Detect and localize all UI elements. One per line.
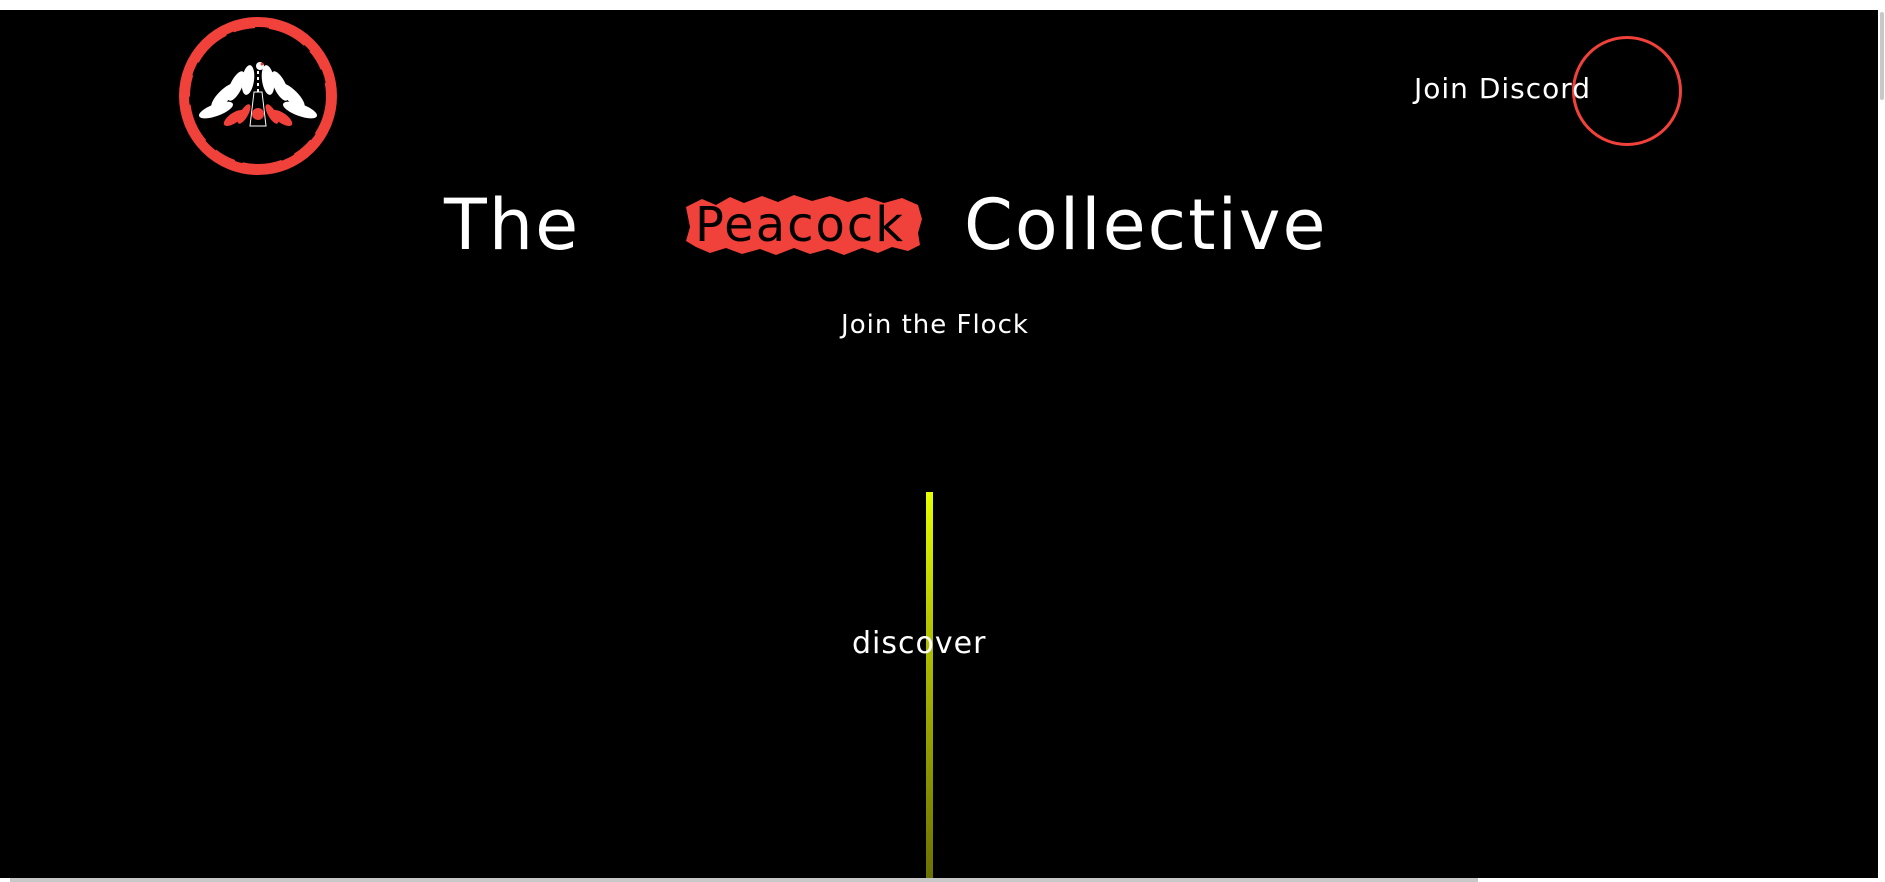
scroll-indicator-line — [926, 492, 933, 878]
vertical-scrollbar[interactable] — [1878, 0, 1885, 882]
title-word-peacock: Peacock — [694, 197, 906, 253]
horizontal-scrollbar[interactable] — [0, 878, 1878, 882]
peacock-emblem-icon[interactable] — [176, 14, 340, 178]
title-word-collective: Collective — [964, 184, 1328, 266]
discover-link[interactable]: discover — [852, 626, 986, 661]
tagline: Join the Flock — [841, 310, 1029, 340]
join-discord-label: Join Discord — [1414, 72, 1592, 105]
landing-page: Join Discord The Peacock Collective Join… — [0, 10, 1878, 878]
horizontal-scrollbar-thumb[interactable] — [10, 878, 1478, 882]
page-title: The Peacock Collective — [444, 180, 1328, 270]
title-word-the: The — [444, 184, 581, 266]
title-highlight: Peacock — [682, 193, 926, 257]
vertical-scrollbar-thumb[interactable] — [1880, 12, 1884, 100]
join-discord-button[interactable]: Join Discord — [1400, 34, 1700, 158]
